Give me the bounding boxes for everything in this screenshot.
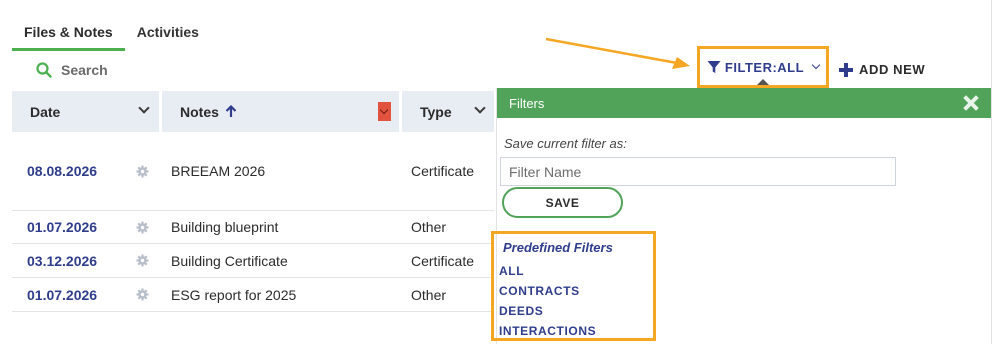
search-control[interactable]: Search: [36, 62, 108, 78]
predefined-filters-title: Predefined Filters: [503, 240, 613, 255]
row-type: Other: [411, 219, 447, 235]
chevron-down-icon[interactable]: [138, 102, 150, 114]
row-note: Building blueprint: [171, 219, 279, 235]
funnel-icon: [707, 61, 721, 73]
tab-bar: Files & Notes Activities: [12, 18, 211, 51]
save-filter-label: Save current filter as:: [504, 136, 627, 151]
gear-icon[interactable]: [135, 132, 149, 210]
row-date[interactable]: 03.12.2026: [27, 244, 97, 277]
search-icon: [36, 62, 52, 78]
tab-files-notes[interactable]: Files & Notes: [12, 18, 125, 51]
row-date[interactable]: 01.07.2026: [27, 211, 97, 243]
close-icon[interactable]: [963, 95, 979, 111]
gear-icon[interactable]: [135, 244, 149, 277]
plus-icon: [839, 62, 853, 77]
gear-icon[interactable]: [135, 211, 149, 243]
add-new-button[interactable]: ADD NEW: [839, 62, 925, 77]
column-menu-marker-icon[interactable]: [378, 102, 391, 121]
row-note: BREEAM 2026: [171, 163, 266, 179]
annotation-arrow-icon: [545, 37, 690, 69]
column-header-type[interactable]: Type: [402, 91, 494, 132]
row-type: Other: [411, 286, 447, 303]
table-row[interactable]: 03.12.2026 Building Certificate Certific…: [12, 244, 494, 278]
predefined-filter-deeds[interactable]: DEEDS: [499, 304, 596, 324]
predefined-filters-list: ALL CONTRACTS DEEDS INTERACTIONS: [499, 264, 596, 344]
predefined-filters: Predefined Filters ALL CONTRACTS DEEDS I…: [491, 231, 656, 341]
column-header-type-label: Type: [420, 103, 452, 120]
chevron-down-icon[interactable]: [474, 102, 486, 114]
filter-button-label: FILTER:ALL: [724, 59, 805, 75]
column-header-notes[interactable]: Notes: [162, 91, 399, 132]
filters-panel-title: Filters: [509, 95, 545, 111]
table-header: Date Notes Type: [12, 91, 494, 132]
chevron-down-icon: [811, 60, 821, 70]
predefined-filter-interactions[interactable]: INTERACTIONS: [499, 324, 596, 344]
search-label: Search: [61, 62, 108, 78]
dropdown-pointer-icon: [757, 79, 769, 85]
column-header-date[interactable]: Date: [12, 91, 159, 132]
table-row[interactable]: 01.07.2026 Building blueprint Other: [12, 211, 494, 244]
add-new-label: ADD NEW: [859, 62, 926, 77]
column-header-date-label: Date: [30, 103, 61, 120]
gear-icon[interactable]: [135, 278, 149, 311]
sort-ascending-icon[interactable]: [225, 105, 237, 118]
row-note: ESG report for 2025: [171, 286, 297, 303]
table-row[interactable]: 01.07.2026 ESG report for 2025 Other: [12, 278, 494, 312]
row-date[interactable]: 01.07.2026: [27, 278, 97, 311]
filter-name-input[interactable]: [500, 157, 896, 186]
predefined-filter-contracts[interactable]: CONTRACTS: [499, 284, 596, 304]
table-row[interactable]: 08.08.2026 BREEAM 2026 Certificate: [12, 132, 494, 211]
save-filter-button[interactable]: SAVE: [502, 187, 623, 218]
row-type: Certificate: [411, 252, 475, 269]
tab-activities[interactable]: Activities: [125, 18, 211, 51]
row-note: Building Certificate: [171, 252, 288, 269]
predefined-filter-all[interactable]: ALL: [499, 264, 596, 284]
right-edge-divider: [991, 0, 992, 344]
filters-panel-header: Filters: [497, 88, 991, 118]
row-type: Certificate: [411, 163, 475, 179]
column-header-notes-label: Notes: [180, 103, 219, 120]
row-date[interactable]: 08.08.2026: [27, 132, 97, 210]
